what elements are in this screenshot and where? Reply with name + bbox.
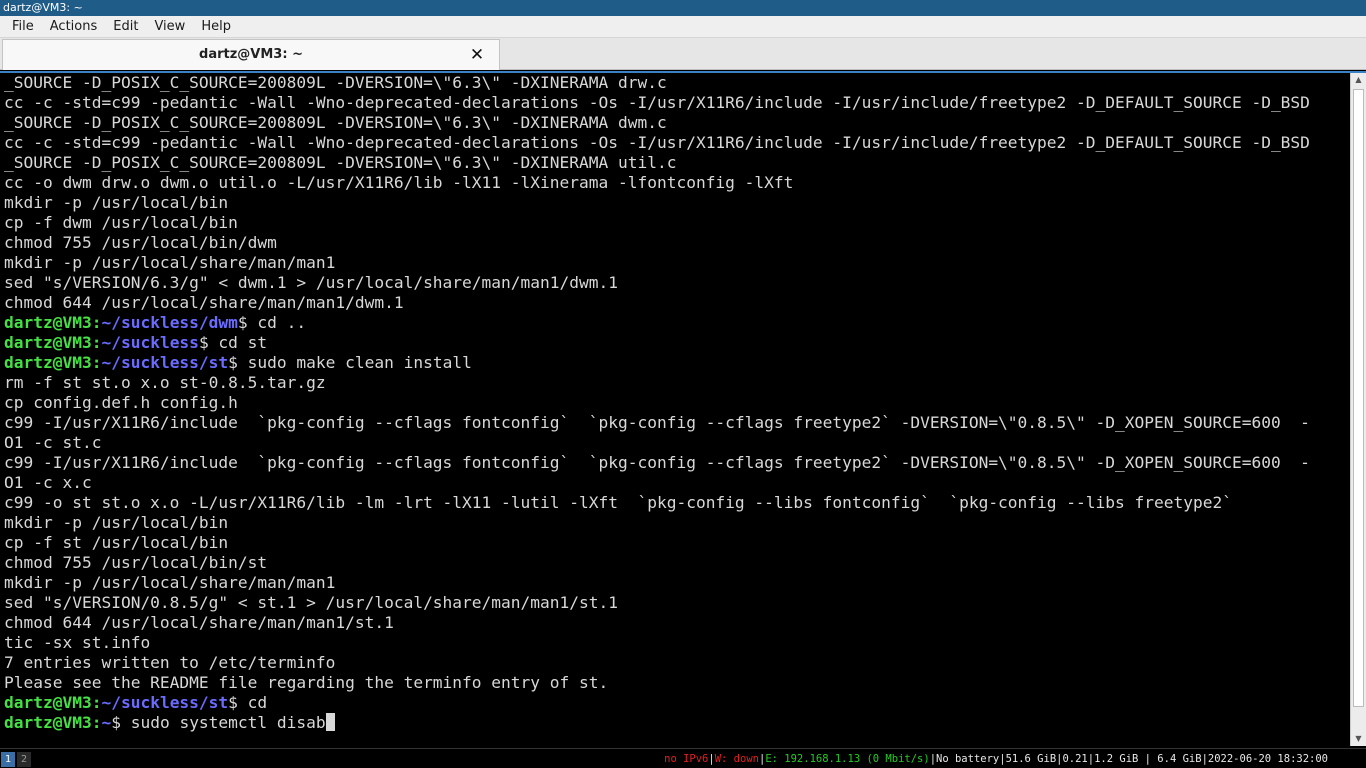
terminal-prompt-line: dartz@VM3:~/suckless/st$ cd	[4, 693, 1346, 713]
terminal-line: 7 entries written to /etc/terminfo	[4, 653, 336, 672]
text-cursor	[325, 713, 335, 731]
workspace-1-button[interactable]: 1	[1, 752, 15, 767]
prompt-path: ~	[101, 713, 112, 732]
workspace-2-button[interactable]: 2	[17, 752, 31, 767]
terminal-line: mkdir -p /usr/local/bin	[4, 513, 229, 532]
command-text: cd st	[208, 333, 268, 352]
menu-help[interactable]: Help	[193, 16, 239, 38]
terminal-line: c99 -I/usr/X11R6/include `pkg-config --c…	[4, 413, 1310, 432]
prompt-path: ~/suckless/st	[101, 693, 229, 712]
terminal-line: cp -f dwm /usr/local/bin	[4, 213, 238, 232]
command-text: cd ..	[247, 313, 307, 332]
terminal-line: rm -f st st.o x.o st-0.8.5.tar.gz	[4, 373, 326, 392]
memory-status: 1.2 GiB | 6.4 GiB	[1094, 753, 1202, 765]
command-text: sudo make clean install	[237, 353, 472, 372]
terminal-line: cp config.def.h config.h	[4, 393, 238, 412]
terminal-line: Please see the README file regarding the…	[4, 673, 609, 692]
terminal-line: cc -c -std=c99 -pedantic -Wall -Wno-depr…	[4, 93, 1310, 112]
prompt-user: dartz@VM3	[4, 693, 92, 712]
scrollbar-thumb[interactable]	[1353, 89, 1364, 707]
terminal-line: cp -f st /usr/local/bin	[4, 533, 229, 552]
terminal-line: _SOURCE -D_POSIX_C_SOURCE=200809L -DVERS…	[4, 113, 667, 132]
terminal-tab[interactable]: dartz@VM3: ~ ✕	[2, 39, 500, 70]
scroll-up-arrow-icon[interactable]: ▲	[1351, 73, 1366, 87]
tab-bar: dartz@VM3: ~ ✕	[0, 38, 1366, 70]
terminal-prompt-line: dartz@VM3:~/suckless$ cd st	[4, 333, 1346, 353]
command-text: cd	[237, 693, 268, 712]
terminal-line: cc -c -std=c99 -pedantic -Wall -Wno-depr…	[4, 133, 1310, 152]
prompt-symbol: $	[228, 353, 238, 372]
prompt-symbol: $	[111, 713, 121, 732]
close-icon[interactable]: ✕	[467, 45, 487, 65]
prompt-user: dartz@VM3	[4, 313, 92, 332]
terminal-line: O1 -c x.c	[4, 473, 92, 492]
menu-actions[interactable]: Actions	[42, 16, 106, 38]
terminal-line: mkdir -p /usr/local/share/man/man1	[4, 573, 336, 592]
terminal-line: chmod 644 /usr/local/share/man/man1/st.1	[4, 613, 394, 632]
prompt-colon: :	[91, 313, 102, 332]
prompt-path: ~/suckless/st	[101, 353, 229, 372]
menu-file[interactable]: File	[4, 16, 42, 38]
terminal-line: O1 -c st.c	[4, 433, 102, 452]
terminal-line: c99 -I/usr/X11R6/include `pkg-config --c…	[4, 453, 1310, 472]
terminal-line: c99 -o st st.o x.o -L/usr/X11R6/lib -lm …	[4, 493, 1232, 512]
terminal-line: sed "s/VERSION/6.3/g" < dwm.1 > /usr/loc…	[4, 273, 618, 292]
disk-status: 51.6 GiB	[1005, 753, 1057, 765]
prompt-symbol: $	[198, 333, 209, 352]
window-title: dartz@VM3: ~	[0, 0, 1366, 16]
terminal-line: mkdir -p /usr/local/bin	[4, 193, 229, 212]
terminal-prompt-line: dartz@VM3:~/suckless/st$ sudo make clean…	[4, 353, 1346, 373]
datetime-status: 2022-06-20 18:32:00	[1207, 753, 1328, 765]
menu-edit[interactable]: Edit	[105, 16, 146, 38]
terminal-output: _SOURCE -D_POSIX_C_SOURCE=200809L -DVERS…	[4, 73, 1346, 743]
wireless-status: W: down	[714, 753, 759, 765]
prompt-path: ~/suckless/dwm	[101, 313, 238, 332]
terminal-line: chmod 644 /usr/local/share/man/man1/dwm.…	[4, 293, 404, 312]
scroll-down-arrow-icon[interactable]: ▼	[1351, 732, 1366, 746]
prompt-colon: :	[91, 333, 102, 352]
prompt-user: dartz@VM3	[4, 353, 92, 372]
terminal-line: tic -sx st.info	[4, 633, 151, 652]
prompt-colon: :	[91, 713, 102, 732]
status-bar: 1 2 no IPv6|W: down|E: 192.168.1.13 (0 M…	[0, 748, 1366, 768]
terminal-line: cc -o dwm drw.o dwm.o util.o -L/usr/X11R…	[4, 173, 794, 192]
terminal-line: _SOURCE -D_POSIX_C_SOURCE=200809L -DVERS…	[4, 73, 667, 92]
load-status: 0.21	[1062, 753, 1088, 765]
menu-view[interactable]: View	[146, 16, 193, 38]
ipv6-status: no IPv6	[664, 753, 709, 765]
terminal-line: sed "s/VERSION/0.8.5/g" < st.1 > /usr/lo…	[4, 593, 618, 612]
prompt-symbol: $	[228, 693, 238, 712]
menu-bar: File Actions Edit View Help	[0, 16, 1366, 38]
terminal-line: chmod 755 /usr/local/bin/st	[4, 553, 268, 572]
prompt-user: dartz@VM3	[4, 713, 92, 732]
prompt-user: dartz@VM3	[4, 333, 92, 352]
prompt-colon: :	[91, 353, 102, 372]
prompt-symbol: $	[237, 313, 248, 332]
terminal-line: _SOURCE -D_POSIX_C_SOURCE=200809L -DVERS…	[4, 153, 677, 172]
prompt-colon: :	[91, 693, 102, 712]
ethernet-status: E: 192.168.1.13 (0 Mbit/s)	[765, 753, 930, 765]
terminal-line: chmod 755 /usr/local/bin/dwm	[4, 233, 277, 252]
terminal-prompt-line: dartz@VM3:~/suckless/dwm$ cd ..	[4, 313, 1346, 333]
status-info: no IPv6|W: down|E: 192.168.1.13 (0 Mbit/…	[664, 753, 1328, 765]
terminal-area[interactable]: _SOURCE -D_POSIX_C_SOURCE=200809L -DVERS…	[0, 71, 1366, 746]
command-text: sudo systemctl disab	[120, 713, 326, 732]
prompt-path: ~/suckless	[101, 333, 199, 352]
terminal-line: mkdir -p /usr/local/share/man/man1	[4, 253, 336, 272]
tab-title: dartz@VM3: ~	[199, 47, 303, 62]
vertical-scrollbar[interactable]: ▲ ▼	[1350, 73, 1366, 746]
battery-status: No battery	[936, 753, 1000, 765]
terminal-prompt-line: dartz@VM3:~$ sudo systemctl disab	[4, 713, 1346, 733]
